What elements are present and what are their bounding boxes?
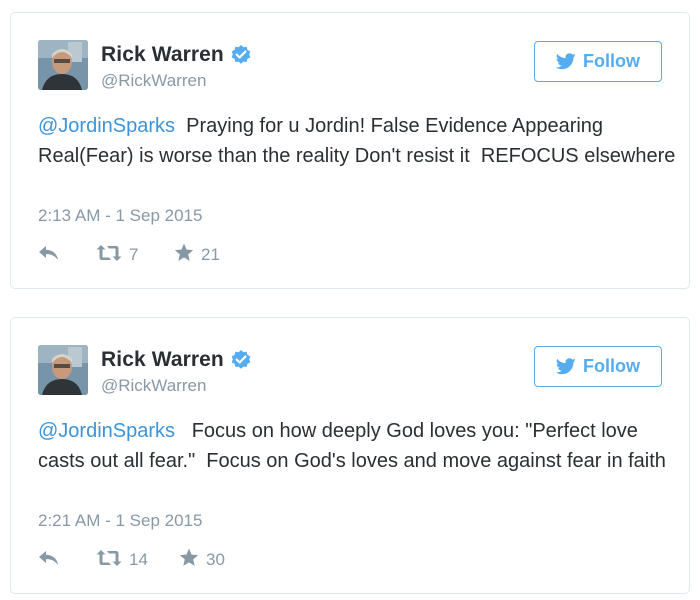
star-icon: [174, 243, 194, 267]
tweet-card: Rick Warren @RickWarren Follow @JordinSp…: [10, 12, 690, 289]
retweet-count: 14: [129, 550, 148, 569]
favorite-button[interactable]: 21: [174, 243, 220, 267]
retweet-count: 7: [129, 245, 139, 264]
follow-label: Follow: [583, 356, 640, 376]
verified-badge-icon: [230, 44, 252, 66]
reply-arrow-icon: [38, 245, 60, 266]
author-name-row[interactable]: Rick Warren: [101, 43, 252, 67]
mention-link[interactable]: @JordinSparks: [38, 115, 175, 137]
retweet-button[interactable]: 14: [96, 549, 179, 572]
tweet-actions: 7 21: [38, 243, 220, 267]
tweet-card: Rick Warren @RickWarren Follow @JordinSp…: [10, 317, 690, 594]
favorite-count: 30: [206, 550, 225, 569]
reply-button[interactable]: [38, 245, 96, 266]
display-name[interactable]: Rick Warren: [101, 43, 224, 67]
tweet-timestamp[interactable]: 2:21 AM - 1 Sep 2015: [38, 511, 202, 531]
tweet-text: @JordinSparks Focus on how deeply God lo…: [38, 416, 678, 476]
verified-badge-icon: [230, 349, 252, 371]
user-handle[interactable]: @RickWarren: [101, 376, 206, 396]
follow-button[interactable]: Follow: [534, 346, 662, 387]
follow-label: Follow: [583, 51, 640, 71]
avatar[interactable]: [38, 345, 88, 395]
retweet-button[interactable]: 7: [96, 244, 174, 267]
author-name-row[interactable]: Rick Warren: [101, 348, 252, 372]
tweet-text: @JordinSparks Praying for u Jordin! Fals…: [38, 111, 678, 171]
user-handle[interactable]: @RickWarren: [101, 71, 206, 91]
avatar[interactable]: [38, 40, 88, 90]
retweet-icon: [96, 244, 122, 267]
reply-button[interactable]: [38, 550, 96, 571]
star-icon: [179, 548, 199, 572]
follow-button[interactable]: Follow: [534, 41, 662, 82]
favorite-count: 21: [201, 245, 220, 264]
favorite-button[interactable]: 30: [179, 548, 225, 572]
reply-arrow-icon: [38, 550, 60, 571]
display-name[interactable]: Rick Warren: [101, 348, 224, 372]
twitter-bird-icon: [556, 358, 576, 375]
tweet-actions: 14 30: [38, 548, 225, 572]
twitter-bird-icon: [556, 53, 576, 70]
retweet-icon: [96, 549, 122, 572]
tweet-timestamp[interactable]: 2:13 AM - 1 Sep 2015: [38, 206, 202, 226]
mention-link[interactable]: @JordinSparks: [38, 420, 175, 442]
